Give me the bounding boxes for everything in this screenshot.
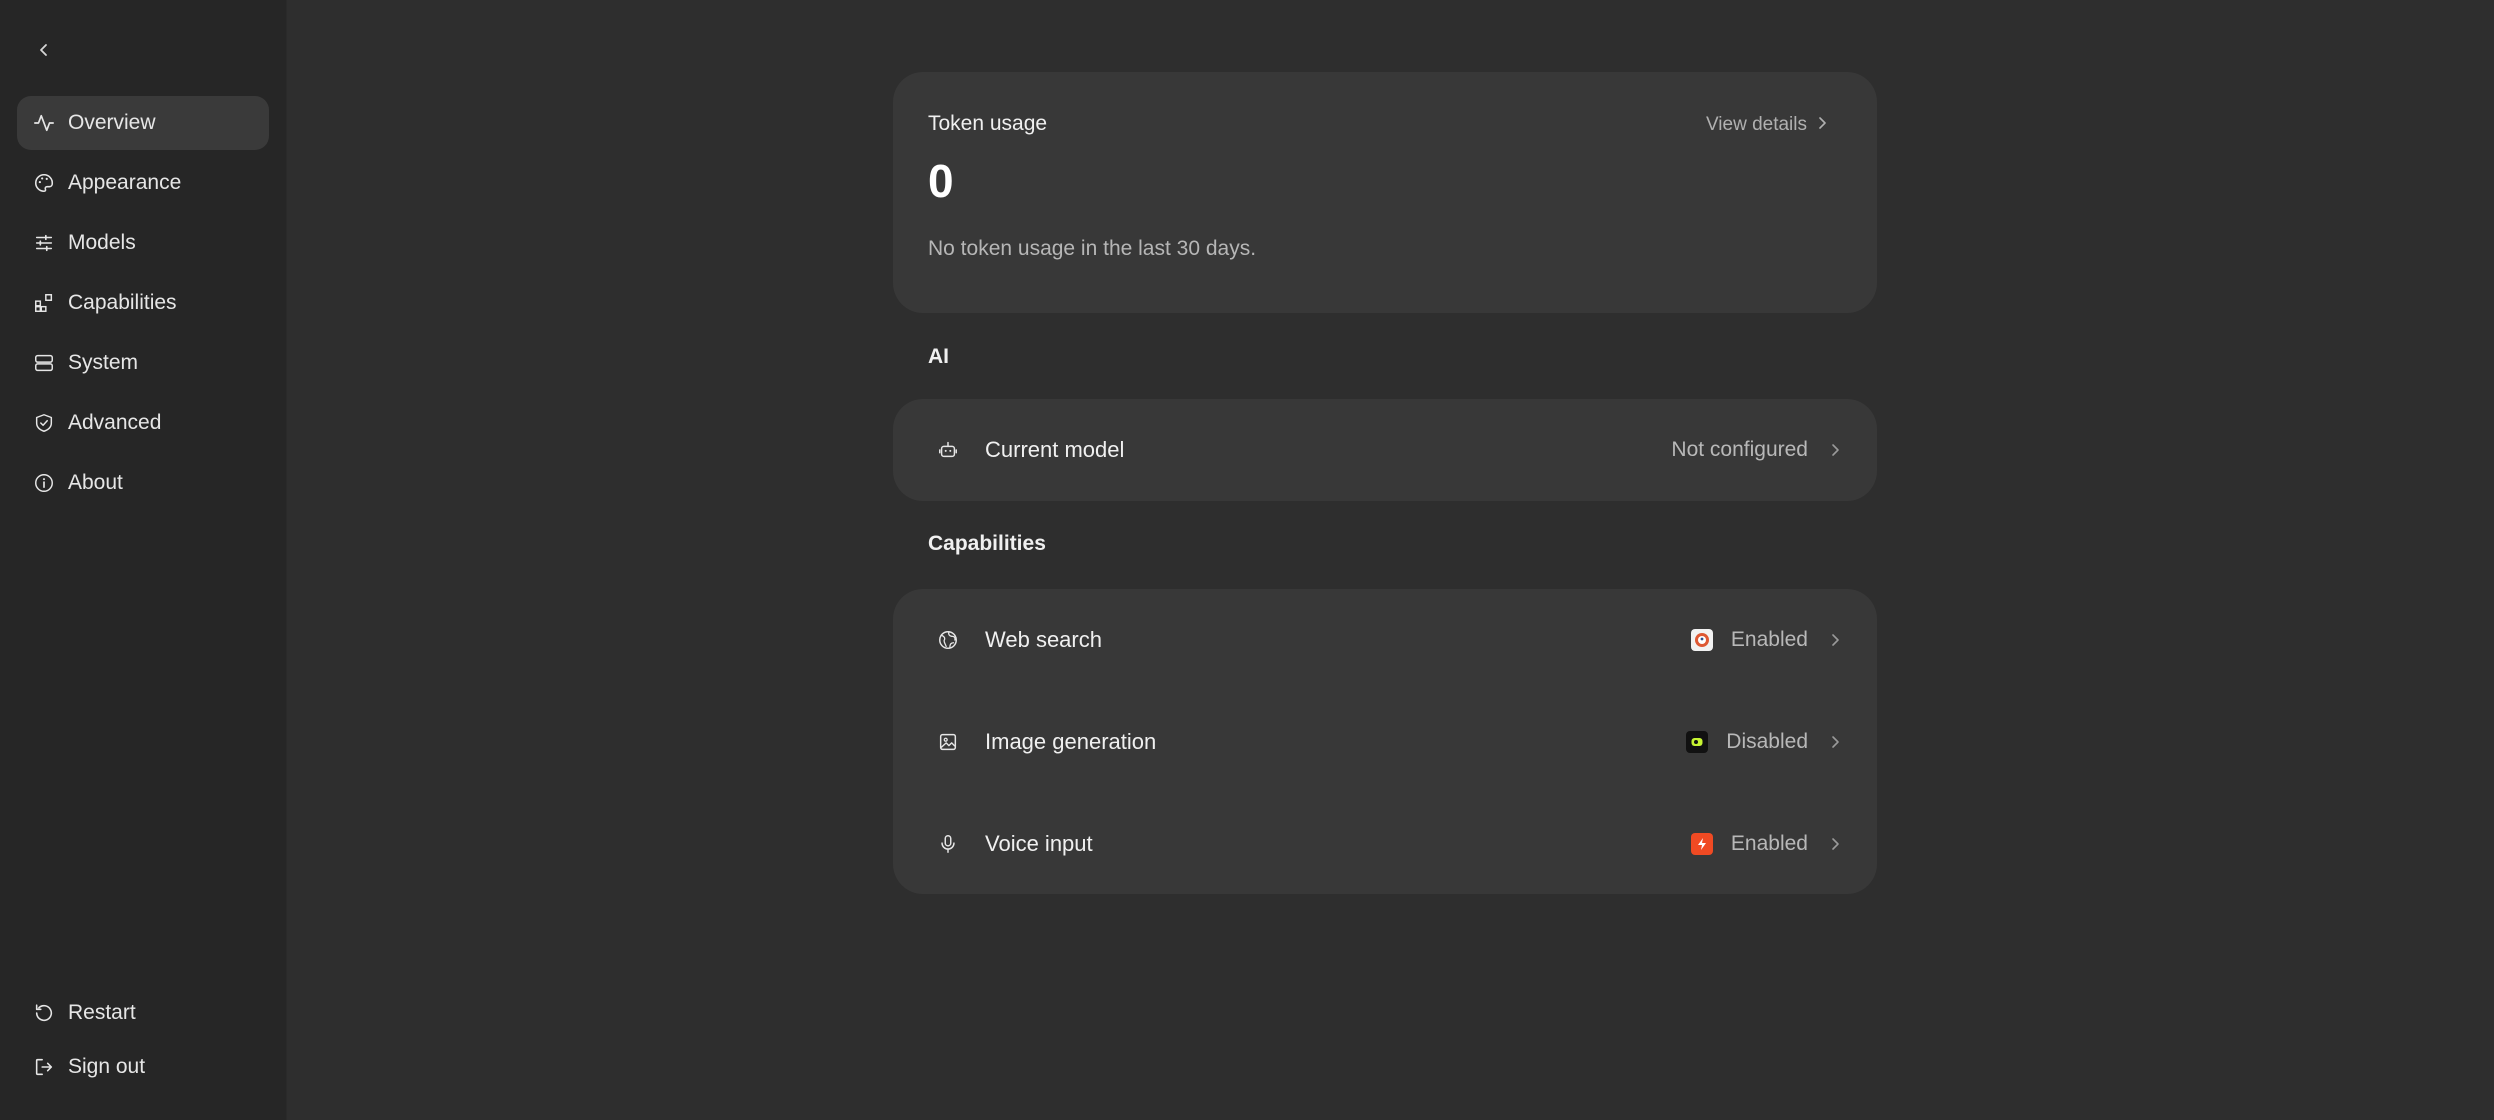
web-search-row[interactable]: Web search Enabled (893, 589, 1877, 691)
view-details-link[interactable]: View details (1706, 114, 1827, 136)
image-generation-label: Image generation (985, 729, 1157, 754)
current-model-row[interactable]: Current model Not configured (893, 399, 1877, 501)
chevron-right-icon (1828, 440, 1842, 460)
voice-input-status: Enabled (1730, 832, 1808, 855)
robot-icon (935, 437, 961, 463)
restart-label: Restart (68, 1001, 136, 1024)
web-search-status: Enabled (1730, 628, 1808, 651)
restart-button[interactable]: Restart (17, 988, 269, 1038)
chevron-right-icon (1828, 732, 1842, 752)
shield-check-icon (32, 411, 56, 435)
token-usage-card: Token usage 0 No token usage in the last… (893, 72, 1877, 313)
sign-out-label: Sign out (68, 1055, 146, 1078)
image-generation-row[interactable]: Image generation Disabled (893, 691, 1877, 793)
mic-icon (935, 831, 961, 857)
sidebar: Overview Appearance Models Capabilities (0, 0, 287, 1120)
overview-content: Token usage 0 No token usage in the last… (893, 72, 1877, 894)
token-usage-description: No token usage in the last 30 days. (928, 237, 1257, 260)
current-model-status: Not configured (1671, 438, 1808, 461)
chevron-right-icon (1828, 630, 1842, 650)
server-icon (32, 351, 56, 375)
app-window: Overview Appearance Models Capabilities (0, 0, 2494, 1120)
sidebar-item-capabilities[interactable]: Capabilities (17, 276, 269, 330)
sidebar-bottom: Restart Sign out (17, 988, 269, 1096)
sign-out-icon (32, 1055, 56, 1079)
chevron-right-icon (1828, 834, 1842, 854)
blocks-icon (32, 291, 56, 315)
sidebar-item-label: System (68, 351, 139, 374)
sidebar-item-label: Models (68, 231, 136, 254)
view-details-label: View details (1705, 114, 1807, 135)
activity-icon (32, 111, 56, 135)
restart-icon (32, 1001, 56, 1025)
ai-card: Current model Not configured (893, 399, 1877, 501)
current-model-label: Current model (985, 437, 1125, 462)
sidebar-item-label: Capabilities (68, 291, 177, 314)
back-button[interactable] (28, 36, 60, 68)
sidebar-item-label: Appearance (68, 171, 182, 194)
sidebar-item-advanced[interactable]: Advanced (17, 396, 269, 450)
info-icon (32, 471, 56, 495)
globe-icon (935, 627, 961, 653)
token-usage-title: Token usage (928, 112, 1048, 135)
palette-icon (32, 171, 56, 195)
sign-out-button[interactable]: Sign out (17, 1042, 269, 1092)
duckduckgo-logo-icon (1690, 629, 1713, 651)
sidebar-item-models[interactable]: Models (17, 216, 269, 270)
web-search-label: Web search (985, 627, 1102, 652)
voice-provider-logo-icon (1690, 833, 1713, 855)
sidebar-item-system[interactable]: System (17, 336, 269, 390)
voice-input-row[interactable]: Voice input Enabled (893, 793, 1877, 895)
sidebar-nav: Overview Appearance Models Capabilities (17, 96, 269, 516)
image-icon (935, 729, 961, 755)
image-provider-logo-icon (1686, 731, 1709, 753)
chevron-left-icon (36, 42, 52, 63)
sidebar-item-appearance[interactable]: Appearance (17, 156, 269, 210)
capabilities-card: Web search Enabled Image generation Disa… (893, 589, 1877, 894)
token-usage-value: 0 (928, 155, 954, 207)
capabilities-section-title: Capabilities (928, 532, 1046, 555)
ai-section-title: AI (928, 345, 949, 368)
chevron-right-icon (1807, 114, 1827, 136)
sidebar-item-label: About (68, 471, 123, 494)
voice-input-label: Voice input (985, 831, 1093, 856)
sliders-icon (32, 231, 56, 255)
sidebar-item-overview[interactable]: Overview (17, 96, 269, 150)
sidebar-item-label: Advanced (68, 411, 162, 434)
main-content: Token usage 0 No token usage in the last… (287, 0, 2494, 1120)
image-generation-status: Disabled (1726, 730, 1808, 753)
sidebar-item-label: Overview (68, 111, 156, 134)
sidebar-item-about[interactable]: About (17, 456, 269, 510)
